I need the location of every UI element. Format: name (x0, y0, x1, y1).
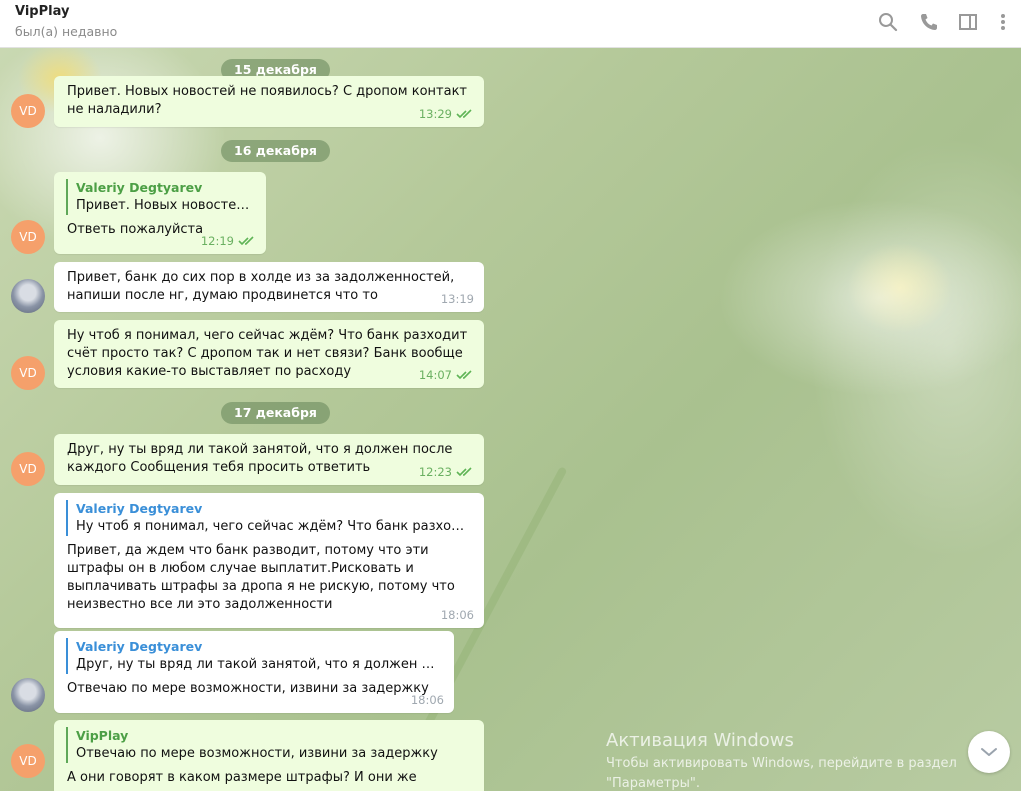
phone-icon[interactable] (915, 8, 943, 36)
avatar-initials: VD (19, 366, 37, 380)
message-bubble[interactable]: Valeriy Degtyarev Ну чтоб я понимал, чег… (54, 493, 484, 628)
message-text: Привет, банк до сих пор в холде из за за… (67, 270, 455, 303)
date-separator: 17 декабря (221, 402, 330, 424)
message-bubble[interactable]: Привет. Новых новостей не появилось? С д… (54, 76, 484, 127)
date-separator: 16 декабря (221, 140, 330, 162)
message-time: 14:07 (418, 368, 452, 382)
chat-area[interactable]: 15 декабря Привет. Новых новостей не поя… (0, 48, 1021, 791)
double-check-icon (456, 370, 472, 380)
message-time: 18:06 (410, 693, 444, 707)
scroll-down-button[interactable] (968, 731, 1010, 773)
chat-header: VipPlay был(а) недавно (0, 0, 1021, 48)
message-time: 12:19 (200, 234, 234, 248)
message-bubble[interactable]: Привет, банк до сих пор в холде из за за… (54, 262, 484, 312)
message-time: 12:23 (418, 465, 452, 479)
avatar[interactable]: VD (11, 220, 45, 254)
activation-text: Чтобы активировать Windows, перейдите в … (606, 756, 957, 791)
double-check-icon (456, 109, 472, 119)
message-text: Привет. Новых новостей не появилось? С д… (67, 84, 468, 117)
double-check-icon (456, 467, 472, 477)
avatar-initials: VD (19, 230, 37, 244)
avatar-initials: VD (19, 462, 37, 476)
message-text: Друг, ну ты вряд ли такой занятой, что я… (67, 442, 453, 475)
message-text: А они говорят в каком размере штрафы? И … (67, 770, 417, 791)
search-icon[interactable] (874, 8, 902, 36)
message-text: Отвечаю по мере возможности, извини за з… (67, 681, 429, 696)
reply-author: VipPlay (76, 728, 129, 743)
reply-quote[interactable]: Valeriy Degtyarev Ну чтоб я понимал, чег… (66, 500, 471, 536)
activation-title: Активация Windows (606, 730, 794, 751)
avatar-initials: VD (19, 754, 37, 768)
double-check-icon (238, 236, 254, 246)
message-bubble[interactable]: Valeriy Degtyarev Привет. Новых новостей… (54, 172, 266, 254)
message-bubble[interactable]: VipPlay Отвечаю по мере возможности, изв… (54, 720, 484, 791)
reply-text: Отвечаю по мере возможности, извини за з… (76, 746, 438, 761)
message-meta: 13:29 (419, 105, 474, 123)
message-time: 13:19 (440, 292, 474, 306)
chat-title[interactable]: VipPlay (15, 4, 69, 19)
avatar[interactable] (11, 279, 45, 313)
chat-status: был(а) недавно (15, 24, 118, 39)
message-meta: 18:06 (441, 606, 474, 624)
more-icon[interactable] (989, 8, 1017, 36)
message-bubble[interactable]: Valeriy Degtyarev Друг, ну ты вряд ли та… (54, 631, 454, 713)
reply-text: Друг, ну ты вряд ли такой занятой, что я… (76, 657, 441, 672)
reply-quote[interactable]: Valeriy Degtyarev Привет. Новых новостей… (66, 179, 253, 215)
message-meta: 14:07 (419, 366, 474, 384)
message-bubble[interactable]: Ну чтоб я понимал, чего сейчас ждём? Что… (54, 320, 484, 388)
avatar[interactable]: VD (11, 744, 45, 778)
reply-quote[interactable]: Valeriy Degtyarev Друг, ну ты вряд ли та… (66, 638, 441, 674)
windows-activation-watermark: Активация Windows (606, 730, 794, 751)
windows-activation-text-box: Чтобы активировать Windows, перейдите в … (606, 754, 966, 791)
chevron-down-icon (981, 748, 997, 756)
message-time: 13:29 (418, 107, 452, 121)
message-time: 18:06 (440, 608, 474, 622)
message-text: Ну чтоб я понимал, чего сейчас ждём? Что… (67, 328, 468, 379)
reply-author: Valeriy Degtyarev (76, 180, 203, 195)
message-meta: 12:19 (201, 232, 256, 250)
message-text: Привет, да ждем что банк разводит, потом… (67, 543, 455, 612)
reply-quote[interactable]: VipPlay Отвечаю по мере возможности, изв… (66, 727, 471, 763)
reply-author: Valeriy Degtyarev (76, 501, 203, 516)
message-meta: 13:19 (441, 290, 474, 308)
avatar[interactable]: VD (11, 356, 45, 390)
message-meta: 18:06 (411, 691, 444, 709)
avatar[interactable] (11, 678, 45, 712)
reply-author: Valeriy Degtyarev (76, 639, 203, 654)
message-bubble[interactable]: Друг, ну ты вряд ли такой занятой, что я… (54, 434, 484, 485)
reply-text: Ну чтоб я понимал, чего сейчас ждём? Что… (76, 519, 471, 534)
avatar-initials: VD (19, 104, 37, 118)
avatar[interactable]: VD (11, 452, 45, 486)
avatar[interactable]: VD (11, 94, 45, 128)
sidebar-icon[interactable] (954, 8, 982, 36)
message-meta: 12:23 (419, 463, 474, 481)
reply-text: Привет. Новых новостей н... (76, 198, 253, 213)
